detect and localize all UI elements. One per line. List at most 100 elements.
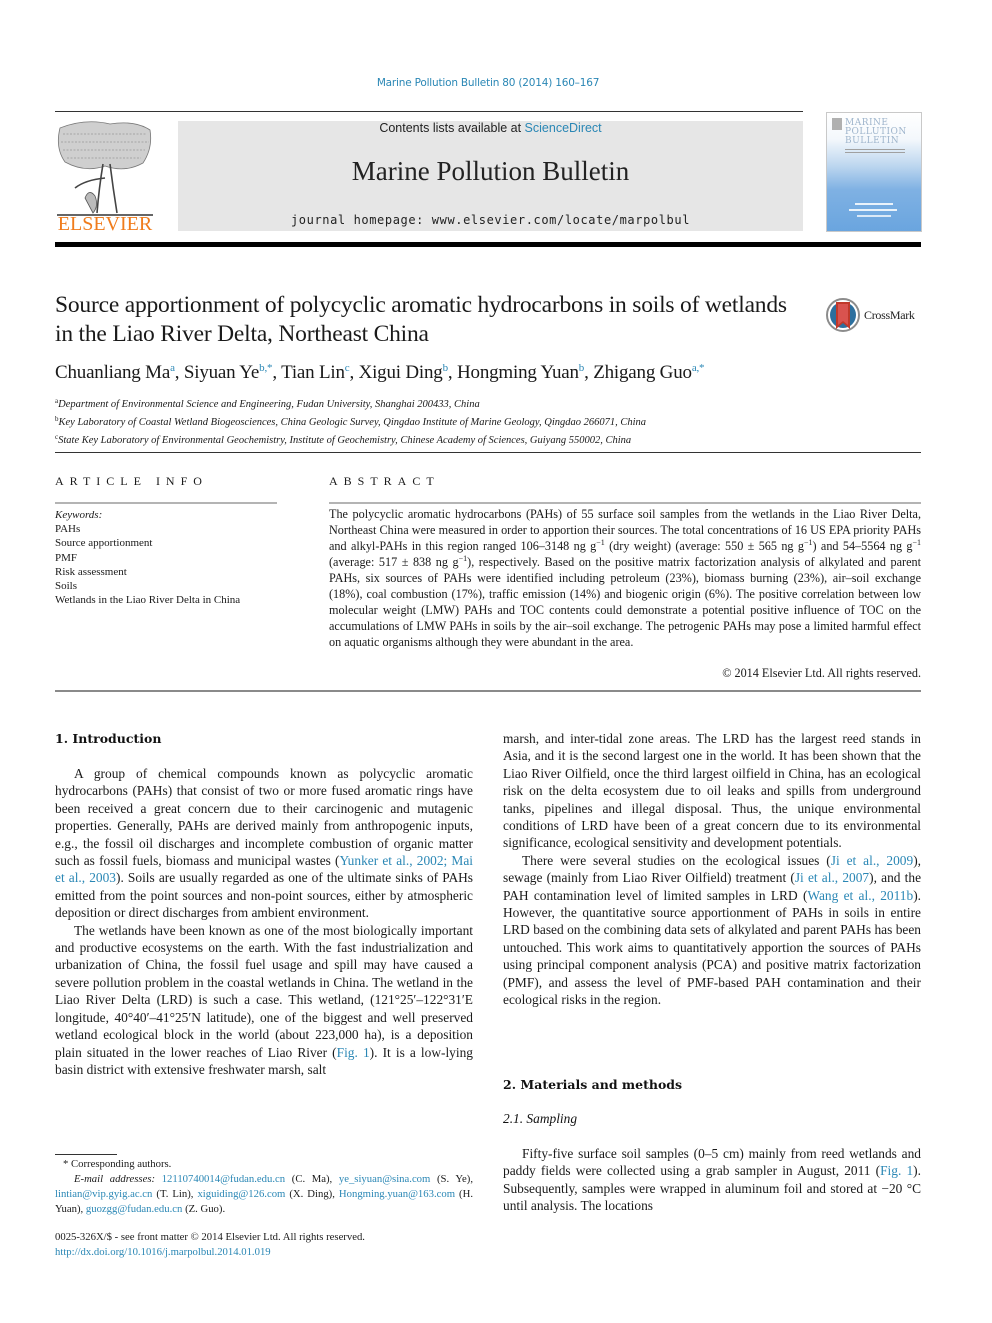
- abstract-segment: (average: 517 ± 838 ng g: [329, 555, 459, 569]
- cover-title: MARINE POLLUTION BULLETIN: [845, 118, 907, 146]
- author-affiliation-link[interactable]: b,*: [259, 362, 272, 374]
- paragraph: Fifty-five surface soil samples (0–5 cm)…: [503, 1145, 921, 1215]
- abstract-heading: ABSTRACT: [329, 474, 440, 488]
- citation-link[interactable]: Ji et al., 2007: [795, 870, 869, 885]
- author[interactable]: Chuanliang Maa: [55, 362, 175, 383]
- email-link[interactable]: ye_siyuan@sina.com: [339, 1173, 430, 1185]
- email-owner: (Z. Guo).: [182, 1203, 226, 1215]
- keyword: Source apportionment: [55, 537, 153, 550]
- header-thick-rule: [55, 242, 921, 247]
- front-matter-copyright: 0025-326X/$ - see front matter © 2014 El…: [55, 1231, 365, 1243]
- author-name[interactable]: Siyuan Ye: [184, 362, 259, 383]
- affiliation: bKey Laboratory of Coastal Wetland Bioge…: [55, 412, 646, 430]
- cover-reflection: [855, 203, 893, 205]
- footnote-rule: [55, 1154, 117, 1155]
- abstract-segment: ) and 54–5564 ng g: [812, 539, 913, 553]
- article-title: Source apportionment of polycyclic aroma…: [55, 292, 787, 347]
- svg-text:ELSEVIER: ELSEVIER: [58, 213, 153, 232]
- text-segment: ). However, the quantitative source appo…: [503, 887, 921, 1008]
- journal-cover-thumbnail[interactable]: MARINE POLLUTION BULLETIN: [826, 112, 922, 232]
- article-info-rule: [55, 502, 277, 504]
- email-label: E-mail addresses:: [74, 1173, 156, 1185]
- unit-superscript: −1: [912, 538, 922, 547]
- affiliation-text: Department of Environmental Science and …: [58, 399, 480, 410]
- keyword: PAHs: [55, 523, 81, 536]
- citation-link[interactable]: Wang et al., 2011b: [807, 888, 913, 903]
- text-segment: ). Soils are usually regarded as one of …: [55, 870, 474, 921]
- affiliation-text: State Key Laboratory of Environmental Ge…: [58, 435, 632, 446]
- author-list: Chuanliang Maa, Siyuan Yeb,*, Tian Linc,…: [55, 362, 705, 384]
- elsevier-logo[interactable]: ELSEVIER: [55, 118, 155, 235]
- keyword: Wetlands in the Liao River Delta in Chin…: [55, 594, 241, 607]
- keywords-list: Keywords: PAHs Source apportionment PMF …: [55, 508, 240, 607]
- email-owner: (C. Ma),: [285, 1173, 339, 1185]
- crossmark-button[interactable]: CrossMark: [826, 297, 926, 333]
- email-link[interactable]: Hongming.yuan@163.com: [339, 1188, 455, 1200]
- body-column-right-bottom: Fifty-five surface soil samples (0–5 cm)…: [503, 1145, 921, 1215]
- subsection-heading-sampling: 2.1. Sampling: [503, 1111, 578, 1126]
- email-link[interactable]: guozgg@fudan.edu.cn: [86, 1203, 183, 1215]
- author-name[interactable]: Hongming Yuan: [457, 362, 579, 383]
- email-link[interactable]: lintian@vip.gyig.ac.cn: [55, 1188, 152, 1200]
- keyword: PMF: [55, 551, 78, 564]
- author-name[interactable]: Zhigang Guo: [593, 362, 692, 383]
- abstract-text: The polycyclic aromatic hydrocarbons (PA…: [329, 506, 921, 650]
- unit-superscript: −1: [458, 554, 468, 563]
- cover-subtitle-line: [845, 149, 905, 150]
- section-rule: [55, 452, 921, 453]
- abstract-bottom-rule: [55, 690, 921, 692]
- cover-reflection: [849, 209, 897, 211]
- elsevier-tree-icon: ELSEVIER: [57, 121, 153, 235]
- body-column-left: A group of chemical compounds known as p…: [55, 765, 473, 1078]
- header-rule: [55, 111, 803, 112]
- abstract-segment: ), respectively. Based on the positive m…: [329, 555, 921, 649]
- journal-citation-link[interactable]: Marine Pollution Bulletin 80 (2014) 160–…: [0, 77, 976, 89]
- author[interactable]: Hongming Yuanb: [457, 362, 584, 383]
- text-segment: Fifty-five surface soil samples (0–5 cm)…: [503, 1146, 921, 1179]
- author-separator: ,: [447, 362, 458, 383]
- section-heading-introduction: 1. Introduction: [55, 731, 162, 746]
- journal-homepage-link[interactable]: journal homepage: www.elsevier.com/locat…: [178, 213, 803, 227]
- abstract-segment: (dry weight) (average: 550 ± 565 ng g: [609, 539, 804, 553]
- affiliation-text: Key Laboratory of Coastal Wetland Biogeo…: [58, 417, 647, 428]
- body-column-right: marsh, and inter-tidal zone areas. The L…: [503, 730, 921, 1009]
- email-owner: (T. Lin),: [152, 1188, 198, 1200]
- author-name[interactable]: Xigui Ding: [359, 362, 443, 383]
- author-name[interactable]: Tian Lin: [281, 362, 345, 383]
- doi-link[interactable]: http://dx.doi.org/10.1016/j.marpolbul.20…: [55, 1245, 485, 1260]
- crossmark-icon: [826, 298, 860, 332]
- contents-prefix: Contents lists available at: [379, 121, 525, 135]
- author-affiliation-link[interactable]: a,*: [692, 362, 705, 374]
- citation-link[interactable]: Ji et al., 2009: [831, 853, 913, 868]
- section-heading-materials-methods: 2. Materials and methods: [503, 1077, 683, 1092]
- paragraph: A group of chemical compounds known as p…: [55, 765, 473, 922]
- author[interactable]: Tian Linc: [281, 362, 350, 383]
- text-segment: The wetlands have been known as one of t…: [55, 922, 473, 1060]
- sciencedirect-link[interactable]: ScienceDirect: [525, 121, 602, 135]
- paragraph: marsh, and inter-tidal zone areas. The L…: [503, 731, 921, 851]
- author-name[interactable]: Chuanliang Ma: [55, 362, 170, 383]
- journal-title: Marine Pollution Bulletin: [351, 156, 630, 186]
- email-link[interactable]: xiguiding@126.com: [197, 1188, 285, 1200]
- cover-logo-icon: [832, 118, 842, 130]
- text-segment: There were several studies on the ecolog…: [522, 852, 831, 868]
- paragraph: There were several studies on the ecolog…: [503, 852, 921, 1009]
- front-matter: 0025-326X/$ - see front matter © 2014 El…: [55, 1230, 485, 1260]
- author-separator: ,: [272, 362, 282, 383]
- unit-superscript: −1: [596, 538, 605, 547]
- keywords-label: Keywords:: [55, 509, 103, 521]
- email-link[interactable]: 12110740014@fudan.edu.cn: [162, 1173, 285, 1185]
- author[interactable]: Siyuan Yeb,*: [184, 362, 273, 383]
- figure-link[interactable]: Fig. 1: [880, 1163, 913, 1178]
- email-addresses: E-mail addresses: 12110740014@fudan.edu.…: [55, 1172, 473, 1217]
- cover-subtitle-line: [845, 152, 905, 153]
- author-separator: ,: [349, 362, 359, 383]
- abstract-rule: [329, 502, 921, 504]
- author[interactable]: Xigui Dingb: [359, 362, 449, 383]
- affiliations: aDepartment of Environmental Science and…: [55, 394, 646, 448]
- corresponding-authors-note: * Corresponding authors.: [63, 1158, 172, 1170]
- figure-link[interactable]: Fig. 1: [337, 1045, 370, 1060]
- article-info-heading: ARTICLE INFO: [55, 474, 208, 488]
- unit-superscript: −1: [803, 538, 813, 547]
- author[interactable]: Zhigang Guoa,*: [593, 362, 704, 383]
